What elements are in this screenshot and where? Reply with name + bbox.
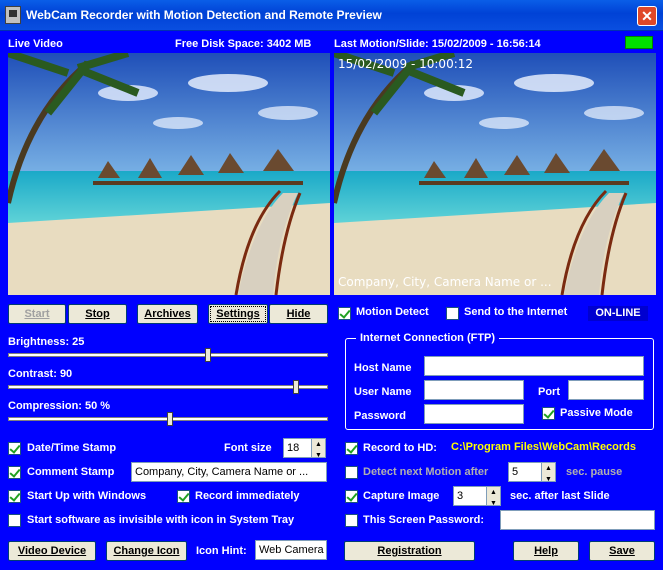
stop-button[interactable]: Stop	[68, 304, 127, 324]
title-bar: WebCam Recorder with Motion Detection an…	[0, 0, 663, 31]
comment-input[interactable]: Company, City, Camera Name or ...	[131, 462, 327, 482]
last-motion-time: Last Motion/Slide: 15/02/2009 - 16:56:14	[334, 38, 541, 50]
spinner-arrows-icon[interactable]	[486, 484, 500, 513]
compression-slider-thumb[interactable]	[167, 412, 173, 426]
send-internet-checkbox[interactable]	[446, 307, 459, 320]
record-immediately-label: Record immediately	[195, 490, 300, 502]
capture-image-unit: sec. after last Slide	[510, 490, 610, 502]
detect-next-spinner[interactable]: 5	[508, 460, 556, 489]
live-video-label: Live Video	[8, 38, 63, 50]
hide-button[interactable]: Hide	[269, 304, 328, 324]
datetime-stamp-label: Date/Time Stamp	[27, 442, 117, 454]
archives-button[interactable]: Archives	[137, 304, 198, 324]
brightness-slider[interactable]	[8, 348, 328, 362]
capture-image-value: 3	[457, 490, 464, 502]
datetime-stamp-checkbox[interactable]	[8, 442, 21, 455]
preview-timestamp: 15/02/2009 - 10:00:12	[338, 57, 474, 71]
start-invisible-label: Start software as invisible with icon in…	[27, 514, 295, 526]
host-name-label: Host Name	[354, 362, 412, 374]
record-hd-label: Record to HD:	[363, 442, 437, 454]
password-label: Password	[354, 410, 406, 422]
font-size-value: 18	[287, 442, 300, 454]
brightness-slider-thumb[interactable]	[205, 348, 211, 362]
video-device-button[interactable]: Video Device	[8, 541, 96, 561]
detect-next-checkbox[interactable]	[345, 466, 358, 479]
motion-detect-checkbox[interactable]	[338, 307, 351, 320]
free-disk-space: Free Disk Space: 3402 MB	[175, 38, 312, 50]
spinner-arrows-icon[interactable]	[541, 460, 555, 489]
capture-image-checkbox[interactable]	[345, 490, 358, 503]
compression-slider[interactable]	[8, 412, 328, 426]
startup-windows-checkbox[interactable]	[8, 490, 21, 503]
port-label: Port	[538, 386, 560, 398]
capture-image-spinner[interactable]: 3	[453, 484, 501, 513]
app-camera-icon	[5, 6, 21, 24]
passive-mode-checkbox[interactable]	[542, 407, 555, 420]
port-input[interactable]	[568, 380, 644, 400]
brightness-label: Brightness: 25	[8, 336, 85, 348]
record-immediately-checkbox[interactable]	[177, 490, 190, 503]
icon-hint-label: Icon Hint:	[196, 545, 247, 557]
motion-preview-view: 15/02/2009 - 10:00:12 Company, City, Cam…	[334, 53, 656, 295]
password-input[interactable]	[424, 404, 524, 424]
user-name-input[interactable]	[424, 380, 524, 400]
status-led	[625, 36, 653, 49]
preview-comment: Company, City, Camera Name or ...	[338, 275, 552, 289]
settings-button[interactable]: Settings	[208, 304, 268, 324]
record-path: C:\Program Files\WebCam\Records	[451, 441, 637, 453]
contrast-slider[interactable]	[8, 380, 328, 394]
comment-stamp-label: Comment Stamp	[27, 466, 115, 478]
detect-next-label: Detect next Motion after	[363, 466, 489, 478]
font-size-spinner[interactable]: 18	[283, 436, 326, 465]
window-title: WebCam Recorder with Motion Detection an…	[26, 8, 382, 22]
screen-password-label: This Screen Password:	[363, 514, 485, 526]
detect-next-unit: sec. pause	[566, 466, 623, 478]
motion-detect-label: Motion Detect	[356, 306, 429, 318]
icon-hint-input[interactable]: Web Camera	[255, 540, 327, 560]
online-status-badge: ON-LINE	[588, 306, 648, 321]
spinner-arrows-icon[interactable]	[311, 436, 325, 465]
registration-button[interactable]: Registration	[344, 541, 475, 561]
host-name-input[interactable]	[424, 356, 644, 376]
start-invisible-checkbox[interactable]	[8, 514, 21, 527]
help-button[interactable]: Help	[513, 541, 579, 561]
detect-next-value: 5	[512, 466, 519, 478]
user-name-label: User Name	[354, 386, 412, 398]
contrast-slider-thumb[interactable]	[293, 380, 299, 394]
close-button[interactable]: ✕	[637, 6, 657, 26]
change-icon-button[interactable]: Change Icon	[106, 541, 187, 561]
contrast-label: Contrast: 90	[8, 368, 73, 380]
send-internet-label: Send to the Internet	[464, 306, 568, 318]
record-hd-checkbox[interactable]	[345, 442, 358, 455]
live-video-view	[8, 53, 330, 295]
ftp-group-title: Internet Connection (FTP)	[356, 332, 500, 344]
font-size-label: Font size	[224, 442, 272, 454]
capture-image-label: Capture Image	[363, 490, 440, 502]
passive-mode-label: Passive Mode	[560, 407, 633, 419]
compression-label: Compression: 50 %	[8, 400, 111, 412]
save-button[interactable]: Save	[589, 541, 655, 561]
start-button[interactable]: Start	[8, 304, 66, 324]
screen-password-input[interactable]	[500, 510, 655, 530]
startup-windows-label: Start Up with Windows	[27, 490, 147, 502]
screen-password-checkbox[interactable]	[345, 514, 358, 527]
comment-stamp-checkbox[interactable]	[8, 466, 21, 479]
